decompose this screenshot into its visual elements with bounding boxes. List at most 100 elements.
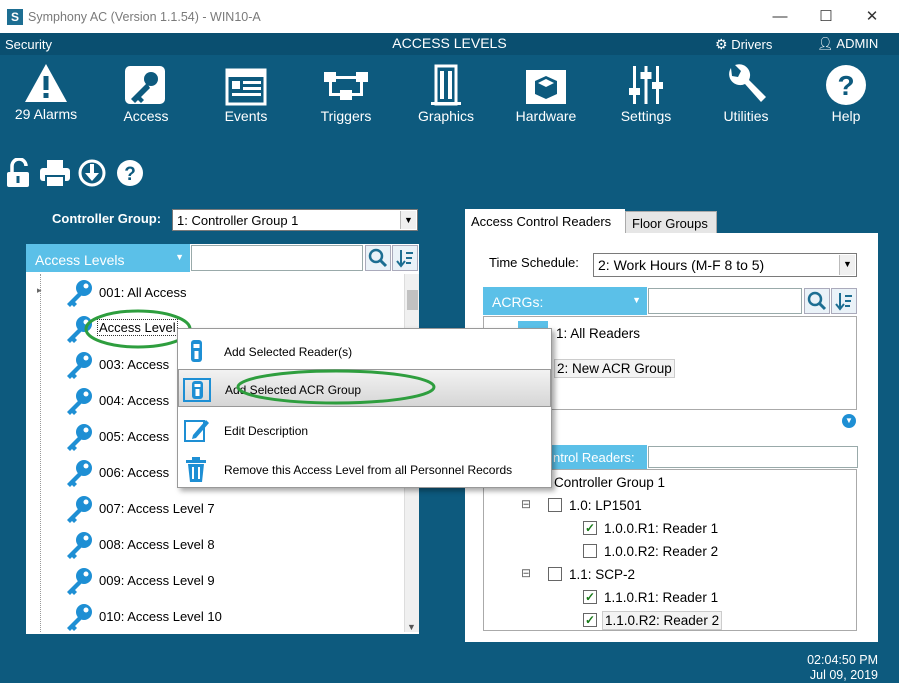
lock-open-icon[interactable] bbox=[6, 158, 34, 188]
acrg-item-2[interactable]: 2: New ACR Group bbox=[554, 359, 675, 378]
nav-help-label: Help bbox=[831, 108, 861, 124]
download-icon[interactable] bbox=[78, 158, 106, 188]
window-title: Symphony AC (Version 1.1.54) - WIN10-A bbox=[28, 10, 261, 24]
menu-remove-access-level[interactable]: Remove this Access Level from all Person… bbox=[178, 449, 551, 487]
nav-graphics[interactable]: Graphics bbox=[401, 62, 491, 124]
key-icon bbox=[67, 496, 92, 523]
panel-checkbox[interactable] bbox=[548, 567, 562, 581]
help-circle-icon[interactable]: ? bbox=[116, 158, 144, 188]
events-list-icon bbox=[225, 68, 267, 106]
edit-pencil-icon bbox=[184, 420, 209, 442]
reader-node[interactable]: 1.1.0.R1: Reader 1 bbox=[604, 590, 718, 605]
key-icon bbox=[67, 568, 92, 595]
tree-item-label: 010: Access Level 10 bbox=[99, 609, 222, 624]
tree-item-008[interactable]: 008: Access Level 8 bbox=[26, 526, 406, 562]
chevron-down-icon: ▼ bbox=[175, 252, 184, 262]
tree-item-007[interactable]: 007: Access Level 7 bbox=[26, 490, 406, 526]
close-button[interactable]: ✕ bbox=[857, 6, 887, 28]
svg-text:?: ? bbox=[124, 164, 136, 185]
minimize-button[interactable]: — bbox=[765, 6, 795, 28]
access-levels-search-input[interactable] bbox=[191, 245, 363, 271]
nav-hardware[interactable]: Hardware bbox=[501, 62, 591, 124]
search-button[interactable] bbox=[365, 245, 391, 271]
expand-arrow-icon[interactable]: ▸ bbox=[37, 285, 42, 296]
acrgs-dropdown[interactable]: ACRGs: ▼ bbox=[483, 287, 647, 315]
reader-node[interactable]: 1.0.0.R2: Reader 2 bbox=[604, 544, 718, 559]
tree-item-010[interactable]: 010: Access Level 10 bbox=[26, 598, 406, 632]
sort-icon bbox=[835, 293, 852, 311]
menu-edit-description[interactable]: Edit Description bbox=[178, 410, 551, 448]
acrgs-search-input[interactable] bbox=[648, 288, 802, 314]
nav-settings[interactable]: Settings bbox=[601, 62, 691, 124]
expand-circle-icon[interactable]: ▼ bbox=[842, 414, 856, 428]
maximize-button[interactable]: ☐ bbox=[811, 6, 841, 28]
tab-access-control-readers[interactable]: Access Control Readers bbox=[465, 209, 625, 234]
menu-item-label: Remove this Access Level from all Person… bbox=[224, 463, 513, 477]
panel-checkbox[interactable] bbox=[548, 498, 562, 512]
clock-date: Jul 09, 2019 bbox=[809, 668, 878, 682]
drivers-button[interactable]: ⚙ Drivers bbox=[715, 36, 772, 53]
print-icon[interactable] bbox=[39, 158, 71, 188]
nav-alarms-label: 29 Alarms bbox=[14, 106, 78, 122]
key-icon bbox=[67, 280, 92, 307]
tree-item-label: 003: Access bbox=[99, 357, 170, 372]
acrgs-search-button[interactable] bbox=[804, 288, 830, 314]
nav-alarms[interactable]: 29 Alarms bbox=[1, 62, 91, 122]
tree-item-label: 008: Access Level 8 bbox=[99, 537, 215, 552]
controller-group-select[interactable]: 1: Controller Group 1 ▼ bbox=[172, 209, 418, 231]
sliders-icon bbox=[629, 66, 663, 104]
key-icon bbox=[67, 532, 92, 559]
nav-access[interactable]: Access bbox=[101, 62, 191, 124]
reader-checkbox[interactable]: ✓ bbox=[583, 613, 597, 627]
menu-add-selected-readers[interactable]: Add Selected Reader(s) bbox=[178, 331, 551, 369]
readers-tree: Controller Group 1 ⊟ 1.0: LP1501 ✓ 1.0.0… bbox=[483, 469, 857, 631]
nav-events[interactable]: Events bbox=[201, 62, 291, 124]
main-navigation: 29 Alarms Access Events Triggers Graphic… bbox=[0, 62, 899, 128]
access-levels-dropdown[interactable]: Access Levels ▼ bbox=[26, 244, 190, 272]
scrollbar-thumb[interactable] bbox=[407, 290, 418, 310]
controller-group-node[interactable]: Controller Group 1 bbox=[554, 475, 665, 490]
acrg-item-1[interactable]: 1: All Readers bbox=[556, 326, 640, 341]
user-button[interactable]: 👤︎ ADMIN bbox=[817, 36, 878, 52]
acrgs-sort-button[interactable] bbox=[831, 288, 857, 314]
alarm-warning-icon bbox=[25, 64, 67, 102]
nav-triggers[interactable]: Triggers bbox=[301, 62, 391, 124]
reader-node[interactable]: 1.0.0.R1: Reader 1 bbox=[604, 521, 718, 536]
panel-node-scp2[interactable]: 1.1: SCP-2 bbox=[569, 567, 635, 582]
reader-device-icon bbox=[191, 340, 202, 362]
svg-text:?: ? bbox=[837, 70, 854, 101]
readers-search-input[interactable] bbox=[648, 446, 858, 468]
app-logo-icon: S bbox=[7, 9, 23, 25]
reader-checkbox[interactable]: ✓ bbox=[583, 590, 597, 604]
time-schedule-value: 2: Work Hours (M-F 8 to 5) bbox=[598, 257, 765, 273]
nav-utilities[interactable]: Utilities bbox=[701, 62, 791, 124]
collapse-icon[interactable]: ⊟ bbox=[521, 566, 531, 580]
time-schedule-select[interactable]: 2: Work Hours (M-F 8 to 5) ▼ bbox=[593, 253, 857, 277]
access-levels-header-label: Access Levels bbox=[35, 252, 125, 268]
hardware-board-icon bbox=[526, 70, 566, 104]
menu-item-label: Add Selected Reader(s) bbox=[224, 345, 353, 359]
help-icon: ? bbox=[826, 65, 866, 105]
search-icon bbox=[807, 291, 827, 311]
reader-checkbox[interactable] bbox=[583, 544, 597, 558]
panel-node-lp1501[interactable]: 1.0: LP1501 bbox=[569, 498, 642, 513]
sort-icon bbox=[396, 250, 413, 268]
nav-help[interactable]: ? Help bbox=[801, 62, 891, 124]
key-icon bbox=[125, 66, 165, 104]
collapse-icon[interactable]: ⊟ bbox=[521, 497, 531, 511]
tree-item-label: 004: Access bbox=[99, 393, 170, 408]
reader-node-selected[interactable]: 1.1.0.R2: Reader 2 bbox=[602, 611, 723, 630]
tree-item-label: 007: Access Level 7 bbox=[99, 501, 215, 516]
key-icon bbox=[67, 388, 92, 415]
sort-button[interactable] bbox=[392, 245, 418, 271]
scroll-down-icon[interactable]: ▼ bbox=[407, 622, 416, 632]
wrench-icon bbox=[729, 64, 766, 102]
nav-events-label: Events bbox=[224, 108, 268, 124]
tab-floor-groups[interactable]: Floor Groups bbox=[625, 211, 717, 233]
key-icon bbox=[67, 460, 92, 487]
tree-item-001[interactable]: ▸ 001: All Access bbox=[26, 274, 406, 310]
nav-graphics-label: Graphics bbox=[417, 108, 475, 124]
tree-item-009[interactable]: 009: Access Level 9 bbox=[26, 562, 406, 598]
reader-checkbox[interactable]: ✓ bbox=[583, 521, 597, 535]
key-icon bbox=[67, 424, 92, 451]
